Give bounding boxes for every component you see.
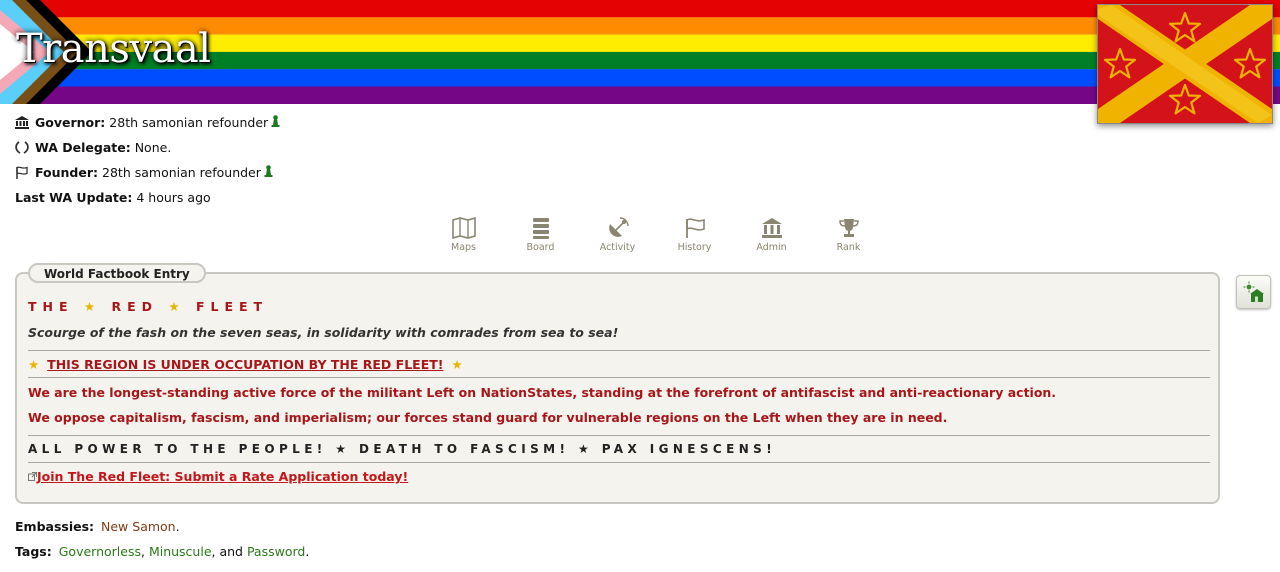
tag-link[interactable]: Password	[247, 544, 305, 559]
star-icon: ★	[168, 299, 186, 314]
star-icon: ★	[335, 442, 351, 456]
tag-separator: ,	[140, 544, 149, 559]
region-title: Transvaal	[16, 26, 211, 72]
delegate-line: WA Delegate: None.	[15, 140, 171, 155]
factbook-paragraph-1: We are the longest-standing active force…	[28, 385, 1057, 400]
tag-link[interactable]: Governorless	[59, 544, 141, 559]
nav-board[interactable]: Board	[502, 217, 579, 257]
founder-name[interactable]: 28th samonian refounder	[102, 165, 261, 180]
slogan-line: ALL POWER TO THE PEOPLE! ★ DEATH TO FASC…	[28, 442, 776, 456]
divider	[28, 377, 1210, 378]
slogan-1: ALL POWER TO THE PEOPLE!	[28, 442, 327, 456]
governor-link[interactable]: 28th samonian refounder	[109, 115, 280, 130]
star-icon: ★	[451, 357, 463, 372]
heading-word-fleet: FLEET	[195, 299, 269, 314]
governor-label: Governor:	[35, 115, 106, 130]
wa-update-label: Last WA Update:	[15, 190, 133, 205]
region-nav: Maps Board Activity History Admin Rank	[425, 217, 887, 257]
tag-link[interactable]: Minuscule	[149, 544, 212, 559]
delegate-value: None.	[134, 140, 172, 155]
factbook-heading: THE ★ RED ★ FLEET	[28, 299, 268, 314]
laurel-icon	[15, 140, 31, 155]
board-icon	[532, 218, 549, 239]
external-link-icon	[28, 469, 37, 484]
nav-activity[interactable]: Activity	[579, 217, 656, 257]
map-icon	[451, 217, 476, 239]
occupation-line: ★ THIS REGION IS UNDER OCCUPATION BY THE…	[28, 357, 463, 372]
region-flag[interactable]	[1097, 4, 1273, 124]
divider	[28, 435, 1210, 436]
join-line: Join The Red Fleet: Submit a Rate Applic…	[28, 469, 408, 484]
region-dispatch-button[interactable]	[1236, 275, 1271, 309]
star-icon: ★	[83, 299, 102, 314]
region-banner: Transvaal	[0, 0, 1280, 104]
pawn-icon	[271, 115, 280, 130]
governor-name[interactable]: 28th samonian refounder	[109, 115, 268, 130]
tags-line: Tags: Governorless, Minuscule, and Passw…	[15, 544, 309, 559]
occupation-link[interactable]: THIS REGION IS UNDER OCCUPATION BY THE R…	[47, 357, 443, 372]
join-red-fleet-link[interactable]: Join The Red Fleet: Submit a Rate Applic…	[37, 469, 408, 484]
governor-line: Governor: 28th samonian refounder	[15, 115, 280, 130]
star-icon: ★	[28, 357, 40, 372]
embassy-link[interactable]: New Samon	[101, 519, 176, 534]
sun-house-icon	[1243, 281, 1264, 302]
nav-history[interactable]: History	[656, 217, 733, 257]
heading-word-the: THE	[28, 299, 74, 314]
flag-icon	[685, 218, 705, 238]
nav-admin[interactable]: Admin	[733, 217, 810, 257]
nav-board-label[interactable]: Board	[527, 242, 555, 253]
founder-label: Founder:	[35, 165, 99, 180]
wa-update-value: 4 hours ago	[136, 190, 211, 205]
embassies-label: Embassies:	[15, 519, 95, 534]
nav-rank-label[interactable]: Rank	[837, 242, 861, 253]
nav-rank[interactable]: Rank	[810, 217, 887, 257]
pawn-icon	[264, 165, 273, 180]
trophy-icon	[838, 219, 859, 237]
factbook-paragraph-2: We oppose capitalism, fascism, and imper…	[28, 410, 948, 425]
delegate-label: WA Delegate:	[35, 140, 131, 155]
satellite-icon	[608, 217, 629, 237]
slogan-3: PAX IGNESCENS!	[601, 442, 777, 456]
nav-activity-label[interactable]: Activity	[600, 242, 636, 253]
embassies-line: Embassies: New Samon.	[15, 519, 180, 534]
star-icon: ★	[577, 442, 594, 456]
nav-history-label[interactable]: History	[678, 242, 712, 253]
divider	[28, 462, 1210, 463]
divider	[28, 350, 1210, 351]
founder-link[interactable]: 28th samonian refounder	[102, 165, 273, 180]
nav-admin-label[interactable]: Admin	[756, 242, 786, 253]
factbook-legend: World Factbook Entry	[28, 263, 206, 283]
tags-label: Tags:	[15, 544, 52, 559]
founder-line: Founder: 28th samonian refounder	[15, 165, 273, 180]
nav-maps-label[interactable]: Maps	[451, 242, 476, 253]
tag-separator: , and	[211, 544, 247, 559]
factbook-subtitle: Scourge of the fash on the seven seas, i…	[28, 325, 619, 340]
heading-word-red: RED	[111, 299, 159, 314]
embassies-end: .	[175, 519, 180, 534]
building-icon	[761, 218, 782, 238]
flag-icon	[15, 166, 31, 180]
nav-maps[interactable]: Maps	[425, 217, 502, 257]
wa-update-line: Last WA Update: 4 hours ago	[15, 190, 211, 205]
building-icon	[15, 115, 31, 130]
slogan-2: DEATH TO FASCISM!	[359, 442, 570, 456]
tags-end: .	[305, 544, 310, 559]
